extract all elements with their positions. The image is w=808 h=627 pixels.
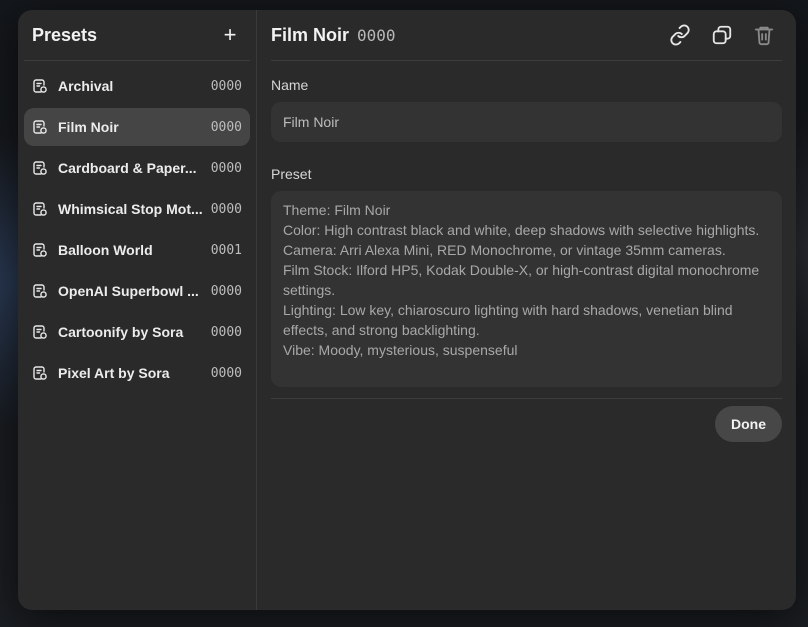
preset-textarea[interactable]: Theme: Film Noir Color: High contrast bl… [271, 191, 782, 387]
editor-title: Film Noir [271, 24, 350, 45]
trash-icon[interactable] [752, 23, 776, 47]
preset-item-label: Cartoonify by Sora [58, 324, 184, 340]
preset-item[interactable]: Pixel Art by Sora 0000 [24, 354, 250, 392]
sidebar-title: Presets [32, 24, 98, 45]
preset-item[interactable]: Film Noir 0000 [24, 108, 250, 146]
divider [271, 398, 782, 399]
name-input[interactable] [271, 102, 782, 142]
preset-item-count: 0000 [210, 283, 242, 299]
editor-header: Film Noir 0000 [271, 10, 782, 61]
preset-item-count: 0000 [210, 365, 242, 381]
done-button[interactable]: Done [715, 406, 782, 442]
preset-list: Archival 0000 Film Noir 0000 Cardboard & Pap… [24, 67, 250, 392]
preset-item[interactable]: OpenAI Superbowl ... 0000 [24, 272, 250, 310]
add-preset-button[interactable]: + [218, 24, 242, 46]
preset-item-count: 0001 [210, 242, 242, 258]
preset-item-label: OpenAI Superbowl ... [58, 283, 199, 299]
preset-item[interactable]: Balloon World 0001 [24, 231, 250, 269]
preset-item-label: Film Noir [58, 119, 119, 135]
sidebar-header: Presets + [24, 10, 250, 61]
preset-icon [32, 160, 48, 176]
preset-item[interactable]: Cartoonify by Sora 0000 [24, 313, 250, 351]
preset-item[interactable]: Archival 0000 [24, 67, 250, 105]
duplicate-icon[interactable] [710, 23, 734, 47]
preset-item-count: 0000 [210, 119, 242, 135]
preset-editor: Film Noir 0000 Name Film Noir Preset The… [257, 10, 796, 610]
preset-item-count: 0000 [210, 78, 242, 94]
presets-dialog: Presets + Archival 0000 Film Noir 0000 Cardb… [18, 10, 796, 610]
header-actions [668, 23, 776, 47]
preset-item-label: Pixel Art by Sora [58, 365, 170, 381]
editor-count: 0000 [357, 25, 396, 45]
preset-label: Preset [271, 166, 312, 182]
preset-item-label: Archival [58, 78, 114, 94]
preset-icon [32, 324, 48, 340]
preset-icon [32, 78, 48, 94]
preset-item-label: Cardboard & Paper... [58, 160, 197, 176]
preset-icon [32, 201, 48, 217]
preset-icon [32, 283, 48, 299]
presets-sidebar: Presets + Archival 0000 Film Noir 0000 Cardb… [18, 10, 257, 610]
preset-item-count: 0000 [210, 324, 242, 340]
link-icon[interactable] [668, 23, 692, 47]
editor-footer: Done [271, 406, 782, 442]
preset-item-label: Balloon World [58, 242, 153, 258]
preset-item[interactable]: Cardboard & Paper... 0000 [24, 149, 250, 187]
preset-icon [32, 119, 48, 135]
preset-item-label: Whimsical Stop Mot... [58, 201, 203, 217]
preset-icon [32, 242, 48, 258]
name-label: Name [271, 77, 309, 93]
preset-item-count: 0000 [210, 201, 242, 217]
preset-item[interactable]: Whimsical Stop Mot... 0000 [24, 190, 250, 228]
preset-item-count: 0000 [210, 160, 242, 176]
preset-icon [32, 365, 48, 381]
